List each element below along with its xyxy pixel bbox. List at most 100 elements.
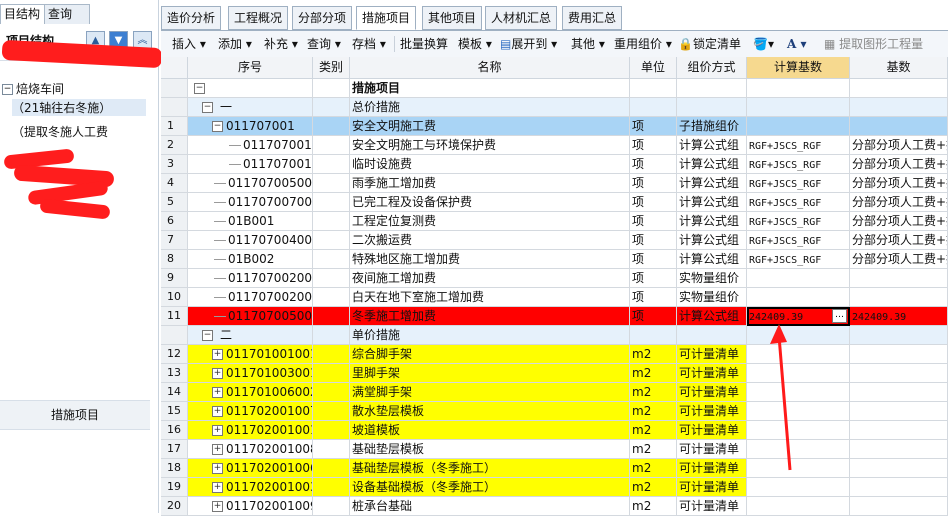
row-number[interactable]: 2 <box>161 136 188 155</box>
paint-bucket-icon[interactable]: 🪣▾ <box>753 35 774 53</box>
table-row[interactable]: 7 011707004001 二次搬运费项计算公式组 RGF+JSCS_RGF 分部分项… <box>161 231 948 250</box>
code-cell[interactable]: 011707002002 <box>188 288 313 307</box>
table-row[interactable]: 301170700100 临时设施费项计算公式组RGF+JSCS_RGF分部分项人… <box>161 155 948 174</box>
expand-icon[interactable]: + <box>212 349 223 360</box>
method-cell[interactable]: 可计量清单 <box>677 364 747 383</box>
template-menu[interactable]: 模板 ▾ <box>458 35 492 53</box>
unit-cell[interactable]: m2 <box>630 478 677 497</box>
name-cell[interactable]: 桩承台基础 <box>350 497 630 516</box>
method-cell[interactable]: 可计量清单 <box>677 459 747 478</box>
code-cell[interactable]: 01B001 <box>188 212 313 231</box>
tree-item-winter-labor[interactable]: （提取冬施人工费 <box>12 123 108 140</box>
unit-cell[interactable]: 项 <box>630 174 677 193</box>
expand-icon[interactable]: + <box>212 368 223 379</box>
row-number[interactable]: 18 <box>161 459 188 478</box>
unit-cell[interactable]: m2 <box>630 459 677 478</box>
method-cell[interactable] <box>677 326 747 345</box>
code-cell[interactable]: −011707001 <box>188 117 313 136</box>
base-desc-cell[interactable] <box>850 402 948 421</box>
calc-base-cell[interactable]: RGF+JSCS_RGF <box>747 212 850 231</box>
category-cell[interactable] <box>313 478 350 497</box>
row-number[interactable]: 20 <box>161 497 188 516</box>
tab-project-structure[interactable]: 目结构 <box>0 4 46 25</box>
reuse-price-menu[interactable]: 重用组价 ▾ <box>614 35 672 53</box>
name-cell[interactable]: 安全文明施工与环境保护费 <box>350 136 630 155</box>
method-cell[interactable]: 计算公式组 <box>677 155 747 174</box>
name-cell[interactable]: 散水垫层模板 <box>350 402 630 421</box>
base-desc-cell[interactable] <box>850 79 948 98</box>
code-cell[interactable]: 01B002 <box>188 250 313 269</box>
method-cell[interactable] <box>677 98 747 117</box>
calc-base-cell[interactable]: RGF+JSCS_RGF <box>747 174 850 193</box>
table-row[interactable]: 16 +011702001001 坡道模板 m2 可计量清单 <box>161 421 948 440</box>
row-number[interactable]: 7 <box>161 231 188 250</box>
base-desc-cell[interactable]: 分部分项人工费+技 <box>850 155 948 174</box>
name-cell[interactable]: 单价措施 <box>350 326 630 345</box>
supplement-menu[interactable]: 补充 ▾ <box>264 35 298 53</box>
table-row[interactable]: 14 +011701006002 满堂脚手架 m2 可计量清单 <box>161 383 948 402</box>
method-cell[interactable]: 实物量组价 <box>677 269 747 288</box>
unit-cell[interactable]: 项 <box>630 193 677 212</box>
table-row[interactable]: − 二 单价措施 <box>161 326 948 345</box>
method-cell[interactable]: 可计量清单 <box>677 421 747 440</box>
name-cell[interactable]: 措施项目 <box>350 79 630 98</box>
collapse-icon[interactable]: − <box>212 121 223 132</box>
calc-base-cell[interactable]: RGF+JSCS_RGF <box>747 136 850 155</box>
base-desc-cell[interactable]: 分部分项人工费+技 <box>850 136 948 155</box>
category-cell[interactable] <box>313 497 350 516</box>
row-number[interactable]: 5 <box>161 193 188 212</box>
unit-cell[interactable] <box>630 98 677 117</box>
tab-other-items[interactable]: 其他项目 <box>422 6 483 30</box>
calc-base-cell[interactable]: RGF+JSCS_RGF <box>747 193 850 212</box>
name-cell[interactable]: 已完工程及设备保护费 <box>350 193 630 212</box>
code-cell[interactable]: 01170700100 <box>188 136 313 155</box>
unit-cell[interactable]: m2 <box>630 440 677 459</box>
name-cell[interactable]: 基础垫层模板 <box>350 440 630 459</box>
base-desc-cell[interactable] <box>850 383 948 402</box>
tab-fee-summary[interactable]: 费用汇总 <box>562 6 623 30</box>
method-cell[interactable]: 可计量清单 <box>677 497 747 516</box>
category-cell[interactable] <box>313 155 350 174</box>
collapse-icon[interactable]: − <box>194 83 205 94</box>
row-number[interactable]: 3 <box>161 155 188 174</box>
table-row[interactable]: 20 +011702001009 桩承台基础 m2 可计量清单 <box>161 497 948 516</box>
table-row[interactable]: 11 011707005002 冬季施工增加费项计算公式组 242409.39… 242… <box>161 307 948 326</box>
measures-button[interactable]: 措施项目 <box>0 400 150 430</box>
name-cell[interactable]: 特殊地区施工增加费 <box>350 250 630 269</box>
batch-convert-button[interactable]: 批量换算 <box>400 35 448 53</box>
row-number[interactable]: 1 <box>161 117 188 136</box>
row-number[interactable]: 14 <box>161 383 188 402</box>
base-desc-cell[interactable]: 分部分项人工费+技 <box>850 193 948 212</box>
method-cell[interactable] <box>677 79 747 98</box>
header-calc-base[interactable]: 计算基数 <box>747 57 850 79</box>
code-cell[interactable]: 011707002001 <box>188 269 313 288</box>
code-cell[interactable]: − 一 <box>188 98 313 117</box>
code-cell[interactable]: 011707005001 <box>188 174 313 193</box>
name-cell[interactable]: 设备基础模板（冬季施工） <box>350 478 630 497</box>
code-cell[interactable]: +011701001001 <box>188 345 313 364</box>
name-cell[interactable]: 总价措施 <box>350 98 630 117</box>
method-cell[interactable]: 子措施组价 <box>677 117 747 136</box>
method-cell[interactable]: 计算公式组 <box>677 250 747 269</box>
name-cell[interactable]: 安全文明施工费 <box>350 117 630 136</box>
category-cell[interactable] <box>313 364 350 383</box>
table-row[interactable]: 12 +011701001001 综合脚手架 m2 可计量清单 <box>161 345 948 364</box>
row-number[interactable]: 8 <box>161 250 188 269</box>
category-cell[interactable] <box>313 326 350 345</box>
tab-project-overview[interactable]: 工程概况 <box>228 6 289 30</box>
method-cell[interactable]: 可计量清单 <box>677 383 747 402</box>
category-cell[interactable] <box>313 402 350 421</box>
code-cell[interactable]: 01170700100 <box>188 155 313 174</box>
expand-icon[interactable]: + <box>212 501 223 512</box>
expand-icon[interactable]: + <box>212 387 223 398</box>
table-row[interactable]: 4 011707005001 雨季施工增加费项计算公式组 RGF+JSCS_RGF 分部… <box>161 174 948 193</box>
base-desc-cell[interactable] <box>850 459 948 478</box>
row-number[interactable] <box>161 79 188 98</box>
base-desc-cell[interactable] <box>850 497 948 516</box>
category-cell[interactable] <box>313 174 350 193</box>
expand-icon[interactable]: + <box>212 444 223 455</box>
name-cell[interactable]: 综合脚手架 <box>350 345 630 364</box>
category-cell[interactable] <box>313 98 350 117</box>
base-desc-cell[interactable] <box>850 364 948 383</box>
header-category[interactable]: 类别 <box>313 57 350 79</box>
